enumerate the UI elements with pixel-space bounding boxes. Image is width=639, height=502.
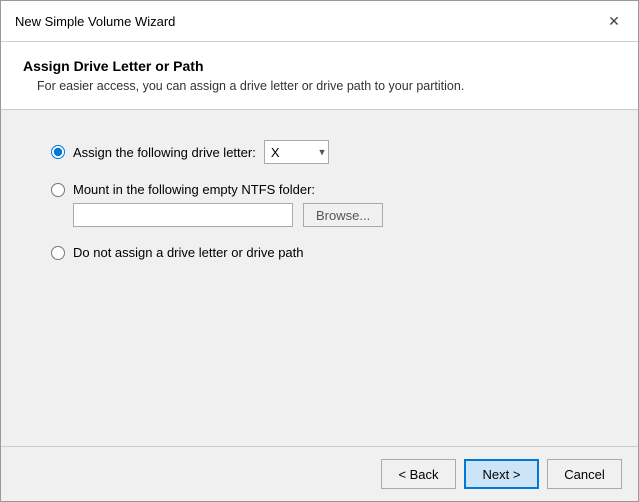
cancel-button[interactable]: Cancel <box>547 459 622 489</box>
mount-folder-label[interactable]: Mount in the following empty NTFS folder… <box>73 182 315 197</box>
ntfs-folder-input[interactable] <box>73 203 293 227</box>
header-section: Assign Drive Letter or Path For easier a… <box>1 42 638 110</box>
close-button[interactable]: ✕ <box>604 11 624 31</box>
header-subtitle: For easier access, you can assign a driv… <box>23 79 616 93</box>
header-title: Assign Drive Letter or Path <box>23 58 616 74</box>
footer: < Back Next > Cancel <box>1 446 638 501</box>
no-assign-label[interactable]: Do not assign a drive letter or drive pa… <box>73 245 304 260</box>
mount-folder-radio[interactable] <box>51 183 65 197</box>
title-bar: New Simple Volume Wizard ✕ <box>1 1 638 42</box>
ntfs-input-row: Browse... <box>51 203 588 227</box>
content-area: Assign the following drive letter: X A B… <box>1 110 638 446</box>
no-assign-option: Do not assign a drive letter or drive pa… <box>51 245 588 260</box>
no-assign-radio[interactable] <box>51 246 65 260</box>
mount-folder-option: Mount in the following empty NTFS folder… <box>51 182 588 227</box>
assign-letter-option: Assign the following drive letter: X A B… <box>51 140 588 164</box>
dialog-window: New Simple Volume Wizard ✕ Assign Drive … <box>0 0 639 502</box>
drive-letter-select[interactable]: X A B C D E F G H Y Z <box>264 140 329 164</box>
next-button[interactable]: Next > <box>464 459 539 489</box>
assign-letter-label[interactable]: Assign the following drive letter: <box>73 145 256 160</box>
dialog-title: New Simple Volume Wizard <box>15 14 175 29</box>
assign-letter-radio[interactable] <box>51 145 65 159</box>
mount-folder-radio-row: Mount in the following empty NTFS folder… <box>51 182 588 197</box>
drive-letter-select-wrapper: X A B C D E F G H Y Z <box>264 140 329 164</box>
back-button[interactable]: < Back <box>381 459 456 489</box>
browse-button[interactable]: Browse... <box>303 203 383 227</box>
